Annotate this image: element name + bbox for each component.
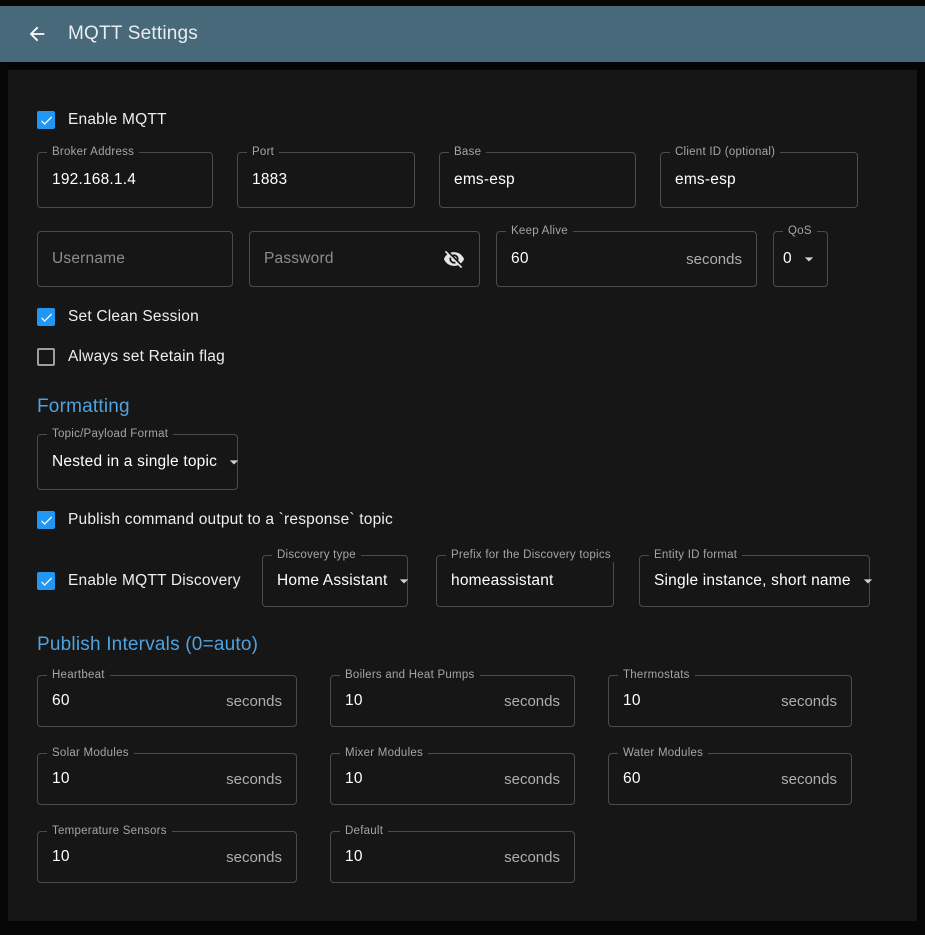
interval-label: Water Modules <box>618 747 708 760</box>
visibility-off-icon <box>443 248 465 270</box>
publish-intervals-grid: Heartbeat seconds Boilers and Heat Pumps… <box>37 675 887 883</box>
mqtt-settings-panel: Enable MQTT Broker Address Port Base Cli… <box>8 70 917 921</box>
password-field <box>249 231 480 287</box>
credentials-row: Keep Alive seconds QoS 0 <box>37 231 887 287</box>
interval-field-temperature-sensors: Temperature Sensors seconds <box>37 831 297 883</box>
base-label: Base <box>449 146 486 159</box>
port-input[interactable] <box>252 171 400 189</box>
interval-input-default[interactable] <box>345 848 496 866</box>
discovery-prefix-label: Prefix for the Discovery topics <box>446 549 616 562</box>
enable-discovery-label: Enable MQTT Discovery <box>68 572 241 590</box>
base-field: Base <box>439 152 636 208</box>
interval-label: Boilers and Heat Pumps <box>340 669 480 682</box>
username-field <box>37 231 233 287</box>
keep-alive-suffix: seconds <box>678 251 742 268</box>
broker-address-label: Broker Address <box>47 146 139 159</box>
interval-input-solar-modules[interactable] <box>52 770 218 788</box>
interval-label: Temperature Sensors <box>47 825 172 838</box>
interval-field-default: Default seconds <box>330 831 575 883</box>
interval-input-heartbeat[interactable] <box>52 692 218 710</box>
checkbox-unchecked-icon <box>37 348 55 366</box>
client-id-field: Client ID (optional) <box>660 152 858 208</box>
dropdown-arrow-icon <box>224 452 244 472</box>
enable-mqtt-label: Enable MQTT <box>68 111 167 129</box>
discovery-type-select[interactable]: Discovery type Home Assistant <box>262 555 408 607</box>
interval-input-temperature-sensors[interactable] <box>52 848 218 866</box>
client-id-input[interactable] <box>675 171 843 189</box>
client-id-label: Client ID (optional) <box>670 146 780 159</box>
checkbox-checked-icon <box>37 572 55 590</box>
discovery-prefix-field: Prefix for the Discovery topics <box>436 555 614 607</box>
toggle-password-visibility-button[interactable] <box>443 248 465 270</box>
page-title: MQTT Settings <box>68 23 198 45</box>
interval-input-thermostats[interactable] <box>623 692 773 710</box>
checkbox-checked-icon <box>37 308 55 326</box>
formatting-heading: Formatting <box>37 396 887 418</box>
entity-format-select[interactable]: Entity ID format Single instance, short … <box>639 555 870 607</box>
dropdown-arrow-icon <box>858 571 878 591</box>
interval-suffix: seconds <box>773 693 837 710</box>
broker-address-input[interactable] <box>52 171 198 189</box>
arrow-left-icon <box>26 23 48 45</box>
interval-input-water-modules[interactable] <box>623 770 773 788</box>
password-input[interactable] <box>264 250 443 268</box>
interval-suffix: seconds <box>218 693 282 710</box>
enable-mqtt-checkbox[interactable]: Enable MQTT <box>37 108 887 132</box>
entity-format-label: Entity ID format <box>649 549 742 562</box>
interval-label: Thermostats <box>618 669 695 682</box>
interval-suffix: seconds <box>496 771 560 788</box>
app-bar: MQTT Settings <box>0 6 925 62</box>
interval-suffix: seconds <box>496 693 560 710</box>
interval-field-thermostats: Thermostats seconds <box>608 675 852 727</box>
publish-response-label: Publish command output to a `response` t… <box>68 511 393 529</box>
interval-input-mixer-modules[interactable] <box>345 770 496 788</box>
publish-response-checkbox[interactable]: Publish command output to a `response` t… <box>37 508 887 532</box>
broker-settings-row: Broker Address Port Base Client ID (opti… <box>37 152 887 208</box>
interval-label: Default <box>340 825 388 838</box>
interval-field-heartbeat: Heartbeat seconds <box>37 675 297 727</box>
interval-field-water-modules: Water Modules seconds <box>608 753 852 805</box>
base-input[interactable] <box>454 171 621 189</box>
clean-session-label: Set Clean Session <box>68 308 199 326</box>
interval-label: Heartbeat <box>47 669 110 682</box>
interval-suffix: seconds <box>496 849 560 866</box>
discovery-type-value: Home Assistant <box>277 572 387 590</box>
dropdown-arrow-icon <box>394 571 414 591</box>
qos-value: 0 <box>783 250 792 268</box>
entity-format-value: Single instance, short name <box>654 572 851 590</box>
topic-format-select[interactable]: Topic/Payload Format Nested in a single … <box>37 434 238 490</box>
topic-format-label: Topic/Payload Format <box>47 428 173 441</box>
retain-flag-label: Always set Retain flag <box>68 348 225 366</box>
checkbox-checked-icon <box>37 111 55 129</box>
interval-label: Solar Modules <box>47 747 134 760</box>
interval-input-boilers-heat-pumps[interactable] <box>345 692 496 710</box>
publish-intervals-heading: Publish Intervals (0=auto) <box>37 634 887 656</box>
enable-discovery-checkbox[interactable]: Enable MQTT Discovery <box>37 569 262 593</box>
port-field: Port <box>237 152 415 208</box>
interval-suffix: seconds <box>218 771 282 788</box>
qos-select[interactable]: QoS 0 <box>773 231 828 287</box>
interval-field-mixer-modules: Mixer Modules seconds <box>330 753 575 805</box>
keep-alive-field: Keep Alive seconds <box>496 231 757 287</box>
username-input[interactable] <box>52 250 218 268</box>
discovery-row: Enable MQTT Discovery Discovery type Hom… <box>37 555 887 607</box>
checkbox-checked-icon <box>37 511 55 529</box>
topic-format-value: Nested in a single topic <box>52 453 217 471</box>
interval-label: Mixer Modules <box>340 747 428 760</box>
interval-suffix: seconds <box>773 771 837 788</box>
discovery-prefix-input[interactable] <box>451 572 599 590</box>
interval-field-solar-modules: Solar Modules seconds <box>37 753 297 805</box>
keep-alive-input[interactable] <box>511 250 678 268</box>
clean-session-checkbox[interactable]: Set Clean Session <box>37 305 887 329</box>
retain-flag-checkbox[interactable]: Always set Retain flag <box>37 345 887 369</box>
interval-suffix: seconds <box>218 849 282 866</box>
port-label: Port <box>247 146 279 159</box>
discovery-type-label: Discovery type <box>272 549 361 562</box>
dropdown-arrow-icon <box>799 249 819 269</box>
broker-address-field: Broker Address <box>37 152 213 208</box>
keep-alive-label: Keep Alive <box>506 225 573 238</box>
qos-label: QoS <box>783 225 817 238</box>
back-button[interactable] <box>20 17 54 51</box>
interval-field-boilers-heat-pumps: Boilers and Heat Pumps seconds <box>330 675 575 727</box>
